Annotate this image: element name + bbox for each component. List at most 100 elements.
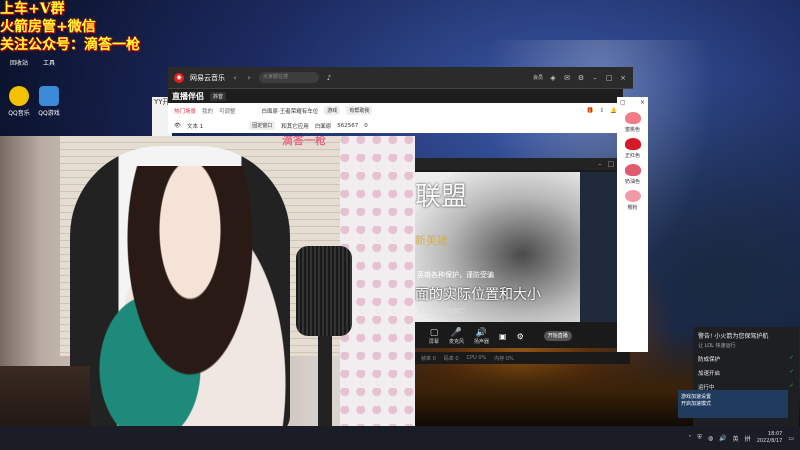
desktop-icon-qq-music[interactable]: QQ音乐 (4, 86, 34, 117)
game-warning: 英雄各种保护，谨防受骗 (417, 271, 494, 279)
stat-fps: 帧率 0 (421, 355, 436, 362)
gift-panel[interactable]: ▢ × 蜜桃色 正红色 奶油色 樱粉 (617, 97, 648, 352)
toast-row: 加速开启 ✓ (698, 369, 794, 377)
game-subtitle: 新英雄 (415, 234, 448, 247)
stat-mem: 内存 0% (494, 355, 514, 362)
skin-icon[interactable]: ◈ (549, 74, 557, 82)
tab-hot-scenes[interactable]: 热门场景 (174, 107, 196, 115)
speaker-control[interactable]: 🔊 扬声器 (474, 328, 489, 345)
notification-icon[interactable]: ▭ (788, 435, 794, 442)
back-icon[interactable]: ‹ (231, 74, 239, 82)
toast-row: 防成保护 ✓ (698, 355, 794, 363)
forward-icon[interactable]: › (245, 74, 253, 82)
lipstick-icon (624, 112, 641, 124)
likes-count: 0 (364, 122, 368, 129)
source-label[interactable]: 文本 1 (187, 122, 203, 130)
desktop-icon-recycle[interactable]: 回收站 (4, 58, 34, 67)
toast-subtitle: 让 LOL 快速运行 (698, 343, 736, 349)
gift-item[interactable]: 正红色 (617, 138, 648, 159)
game-hint: 面的实际位置和大小 (415, 287, 541, 303)
live-companion-toolbar: 热门场景 我的 可调整 白面原·王者荣耀有车位 游戏 有帮助我 🎁 ⇪ 🔔 (168, 103, 623, 118)
live-companion-window[interactable]: 直播伴侣 抖音 热门场景 我的 可调整 白面原·王者荣耀有车位 游戏 有帮助我 … (168, 89, 623, 133)
toast-title: 警告! 小火箭为您保驾护航 (698, 333, 769, 340)
share-icon[interactable]: ⇪ (600, 108, 605, 114)
promo-line-3: 关注公众号：滴答一枪 (0, 37, 140, 53)
check-icon: ✓ (789, 355, 794, 361)
tab-adjustable[interactable]: 可调整 (219, 107, 236, 115)
start-live-button[interactable]: 开始直播 (543, 331, 572, 341)
promo-line-1: 上车+V群 (0, 1, 65, 17)
mail-icon[interactable]: ✉ (563, 74, 571, 82)
gift-item[interactable]: 樱粉 (617, 190, 648, 211)
qq-music-icon (9, 86, 29, 106)
netease-music-window[interactable]: ◉ 网易云音乐 ‹ › 大家都在搜 ♪ 会员 ◈ ✉ ⚙ – □ × (168, 67, 633, 89)
language-indicator[interactable]: 英 (733, 434, 739, 443)
lipstick-icon (624, 138, 641, 150)
chevron-up-icon[interactable]: ˄ (688, 435, 691, 442)
scene-title: 白面原·王者荣耀有车位 (261, 108, 319, 115)
gift-close-icon[interactable]: × (640, 99, 645, 107)
desktop-icon-qq-game[interactable]: QQ游戏 (34, 86, 64, 117)
minimize-icon[interactable]: – (591, 74, 599, 82)
desktop-icon-label: 回收站 (9, 60, 28, 67)
volume-icon[interactable]: 🔊 (719, 435, 726, 442)
streamer (90, 166, 290, 450)
clock-time: 18:07 (767, 431, 783, 437)
taskbar: ˄ ⛨ ◍ 🔊 英 拼 18:07 2022/8/17 ▭ (0, 426, 800, 450)
mic-control[interactable]: 🎤 麦克风 (449, 328, 464, 345)
speaker-label: 扬声器 (474, 338, 490, 345)
bitrate-chip[interactable]: 有帮助我 (346, 106, 373, 115)
network-icon[interactable]: ◍ (708, 435, 713, 442)
shield-icon[interactable]: ⛨ (697, 434, 702, 442)
stream-promo-overlay: 上车+V群 火箭房管+微信 关注公众号：滴答一枪 (0, 0, 140, 54)
screen-control[interactable]: ▢ 屏幕 (429, 328, 439, 345)
maximize-icon[interactable]: □ (605, 74, 613, 82)
desktop-icon-label: QQ游戏 (38, 110, 60, 117)
stream-stats-bar: 帧率 0 码率 0 CPU 0% 内存 0% (415, 352, 630, 364)
eye-icon[interactable]: 👁 (174, 123, 181, 129)
gift-item[interactable]: 蜜桃色 (617, 112, 648, 133)
gear-icon[interactable]: ⚙ (517, 332, 524, 341)
mode-chip[interactable]: 固定窗口 (249, 121, 276, 130)
game-client-window[interactable]: – □ × 联盟 新英雄 英雄各种保护，谨防受骗 面的实际位置和大小 点击调整游… (415, 158, 630, 348)
live-companion-titlebar: 直播伴侣 抖音 (168, 89, 623, 103)
tray-popup-title: 游戏加速设置 (681, 394, 712, 400)
camera-icon[interactable]: ▣ (499, 332, 507, 341)
clock[interactable]: 18:07 2022/8/17 (757, 431, 783, 445)
netease-search-input[interactable]: 大家都在搜 (259, 72, 319, 83)
system-tray: ˄ ⛨ ◍ 🔊 英 拼 18:07 2022/8/17 ▭ (688, 431, 794, 445)
mic-icon[interactable]: ♪ (325, 74, 333, 82)
stat-bitrate: 码率 0 (443, 355, 459, 362)
gift-icon[interactable]: 🎁 (587, 108, 594, 114)
settings-icon[interactable]: ⚙ (577, 74, 585, 82)
mic-label: 麦克风 (449, 338, 465, 345)
netease-user[interactable]: 会员 (533, 74, 543, 81)
tray-popup-line: 开启加速模式 (681, 401, 712, 407)
close-icon[interactable]: × (619, 74, 627, 82)
tab-mine[interactable]: 我的 (202, 107, 213, 115)
game-banner: 联盟 新英雄 英雄各种保护，谨防受骗 面的实际位置和大小 点击调整游戏窗口 (415, 172, 580, 322)
live-companion-brand: 直播伴侣 (172, 91, 204, 101)
tray-popup[interactable]: 游戏加速设置 开启加速模式 (678, 390, 788, 418)
gift-item[interactable]: 奶油色 (617, 164, 648, 185)
fans-count: 562567 (337, 122, 359, 129)
stream-watermark: 滴答一枪 (282, 136, 326, 147)
gift-minimize-icon[interactable]: ▢ (620, 99, 626, 107)
ime-indicator[interactable]: 拼 (745, 434, 751, 443)
game-minimize-icon[interactable]: – (598, 160, 602, 168)
game-adjust: 点击调整游戏窗口 (417, 308, 466, 315)
scene-type-chip[interactable]: 游戏 (324, 106, 341, 115)
desktop-icon-tools[interactable]: 工具 (34, 58, 64, 67)
bell-icon[interactable]: 🔔 (610, 108, 617, 114)
game-maximize-icon[interactable]: □ (608, 160, 615, 168)
check-icon: ✓ (789, 369, 794, 375)
promo-line-2: 火箭房管+微信 (0, 19, 96, 35)
game-titlebar: – □ × (415, 158, 630, 170)
mic-icon: 🎤 (450, 327, 463, 338)
webcam-feed: 滴答一枪 (0, 136, 415, 450)
lipstick-icon (624, 164, 641, 176)
screen-label: 屏幕 (429, 338, 440, 345)
gift-item-label: 樱粉 (627, 205, 638, 211)
fans-label: 白面原 (314, 123, 332, 130)
live-companion-subbar: 👁 文本 1 固定窗口 和其它应用 白面原 562567 0 (168, 118, 623, 133)
